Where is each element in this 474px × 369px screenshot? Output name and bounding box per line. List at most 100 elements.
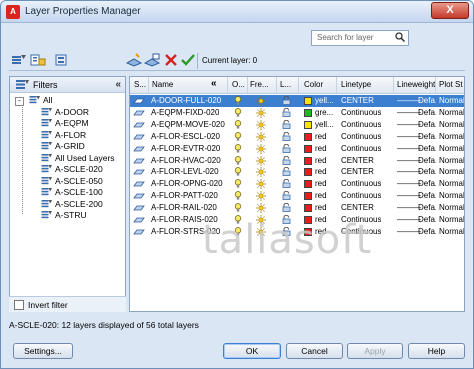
color-swatch[interactable] [304,180,312,189]
layer-color-name: red [315,131,327,141]
filter-item[interactable]: A-FLOR [41,130,86,141]
layer-row[interactable]: A-FLOR-LEVL-020CENTER———Defa...Normalred [130,166,464,178]
layer-row[interactable]: A-EQPM-MOVE-020Continuous———Defa...Norma… [130,119,464,131]
col-plot-style[interactable]: Plot St [439,80,463,89]
search-icon[interactable] [395,32,405,42]
layer-on-icon[interactable] [234,167,242,178]
layer-states-manager-icon[interactable] [54,53,70,67]
filter-item[interactable]: A-DOOR [41,107,89,118]
layer-plot-style: Normal [439,107,465,117]
layer-lock-icon[interactable] [282,131,291,143]
col-divider [298,77,299,94]
col-freeze[interactable]: Fre... [250,80,269,89]
filter-item[interactable]: A-SCLE-020 [41,164,103,175]
ok-button[interactable]: OK [223,343,281,359]
layer-lock-icon[interactable] [282,167,291,178]
layer-row[interactable]: A-FLOR-ESCL-020Continuous———Defa...Norma… [130,131,464,143]
layer-lineweight: Defa... [418,131,436,141]
layer-row[interactable]: A-FLOR-HVAC-020CENTER———Defa...Normalred [130,155,464,167]
window-title: Layer Properties Manager [25,6,141,17]
color-swatch[interactable] [304,97,312,105]
filter-item[interactable]: A-SCLE-050 [41,176,103,187]
layer-row[interactable]: A-EQPM-FIXD-020Continuous———Defa...Norma… [130,107,465,119]
layer-lock-icon[interactable] [282,119,291,131]
layer-status-icon [133,217,145,223]
delete-layer-icon[interactable] [163,53,179,67]
layer-on-icon[interactable] [234,96,242,107]
col-linetype[interactable]: Linetype [341,80,371,89]
col-status[interactable]: S... [134,80,146,89]
filters-title: Filters [33,80,58,90]
layer-row[interactable]: A-FLOR-RAIL-020CENTER———Defa...Normalred [130,202,465,214]
help-button[interactable]: Help [408,343,465,359]
layer-on-icon[interactable] [234,179,242,190]
collapse-grid-button[interactable]: « [211,78,217,89]
col-on[interactable]: O... [232,80,245,89]
layer-on-icon[interactable] [234,131,242,143]
col-name[interactable]: Name [152,80,173,89]
layer-plot-style: Normal [439,203,465,213]
invert-filter-checkbox[interactable] [14,300,24,310]
close-button[interactable]: X [431,2,469,19]
filter-item[interactable]: All Used Layers [41,153,115,164]
layer-row[interactable]: A-DOOR-FULL-020CENTER———Defa...Normalyel… [130,95,464,107]
col-divider [247,77,248,94]
color-swatch[interactable] [304,108,312,117]
layer-on-icon[interactable] [234,203,242,214]
filter-item[interactable]: A-GRID [41,141,85,152]
color-swatch[interactable] [304,204,312,213]
color-swatch[interactable] [304,192,312,201]
new-group-filter-icon[interactable] [30,53,46,67]
layer-linetype: Continuous [341,107,382,117]
new-layer-icon[interactable] [126,53,142,67]
color-swatch[interactable] [304,120,312,129]
expand-toggle-icon[interactable]: - [15,97,24,106]
layer-lock-icon[interactable] [282,143,291,155]
collapse-filters-button[interactable]: « [115,79,121,90]
toolbar-divider [9,70,465,71]
filter-item[interactable]: - All [15,95,52,106]
layer-lock-icon[interactable] [282,155,291,167]
color-swatch[interactable] [304,156,312,165]
layer-row[interactable]: A-FLOR-EVTR-020Continuous———Defa...Norma… [130,143,464,155]
color-swatch[interactable] [304,144,312,153]
layer-linetype: Continuous [341,179,382,189]
layer-lock-icon[interactable] [282,96,291,107]
filter-item[interactable]: A-SCLE-100 [41,187,103,198]
layer-on-icon[interactable] [234,155,242,167]
title-bar[interactable]: A Layer Properties Manager X [1,1,473,23]
layer-name: A-EQPM-FIXD-020 [151,107,220,117]
layer-plot-style: Normal [439,215,465,224]
layer-row[interactable]: A-FLOR-PATT-020Continuous———Defa...Norma… [130,190,464,202]
layer-lock-icon[interactable] [282,191,291,202]
layer-name: A-FLOR-OPNG-020 [151,179,223,189]
layer-on-icon[interactable] [234,143,242,155]
filter-item-label: A-STRU [55,210,87,220]
layer-on-icon[interactable] [234,108,242,119]
layer-lineweight: Defa... [418,119,436,129]
new-property-filter-icon[interactable] [11,53,27,67]
layer-lock-icon[interactable] [282,179,291,190]
layer-row[interactable]: A-FLOR-OPNG-020Continuous———Defa...Norma… [130,178,464,190]
color-swatch[interactable] [304,132,312,141]
filter-item-label: A-EQPM [55,118,89,128]
col-color[interactable]: Color [304,80,323,89]
layer-status-icon [133,122,145,128]
search-input[interactable]: Search for layer [311,30,409,46]
settings-button[interactable]: Settings... [13,343,73,359]
invert-filter-option[interactable]: Invert filter [9,296,126,312]
tree-guide-line [22,103,23,214]
col-lineweight[interactable]: Lineweight [397,80,435,89]
layer-on-icon[interactable] [234,191,242,202]
new-layer-vp-frozen-icon[interactable] [144,53,160,67]
cancel-button[interactable]: Cancel [286,343,343,359]
col-lock[interactable]: L... [280,80,291,89]
layer-lock-icon[interactable] [282,203,291,214]
layer-on-icon[interactable] [234,119,242,131]
layer-lock-icon[interactable] [282,107,291,119]
filter-item[interactable]: A-STRU [41,210,87,221]
filter-item[interactable]: A-SCLE-200 [41,199,103,210]
filter-item[interactable]: A-EQPM [41,118,89,129]
color-swatch[interactable] [304,168,312,177]
set-current-icon[interactable] [180,53,196,67]
